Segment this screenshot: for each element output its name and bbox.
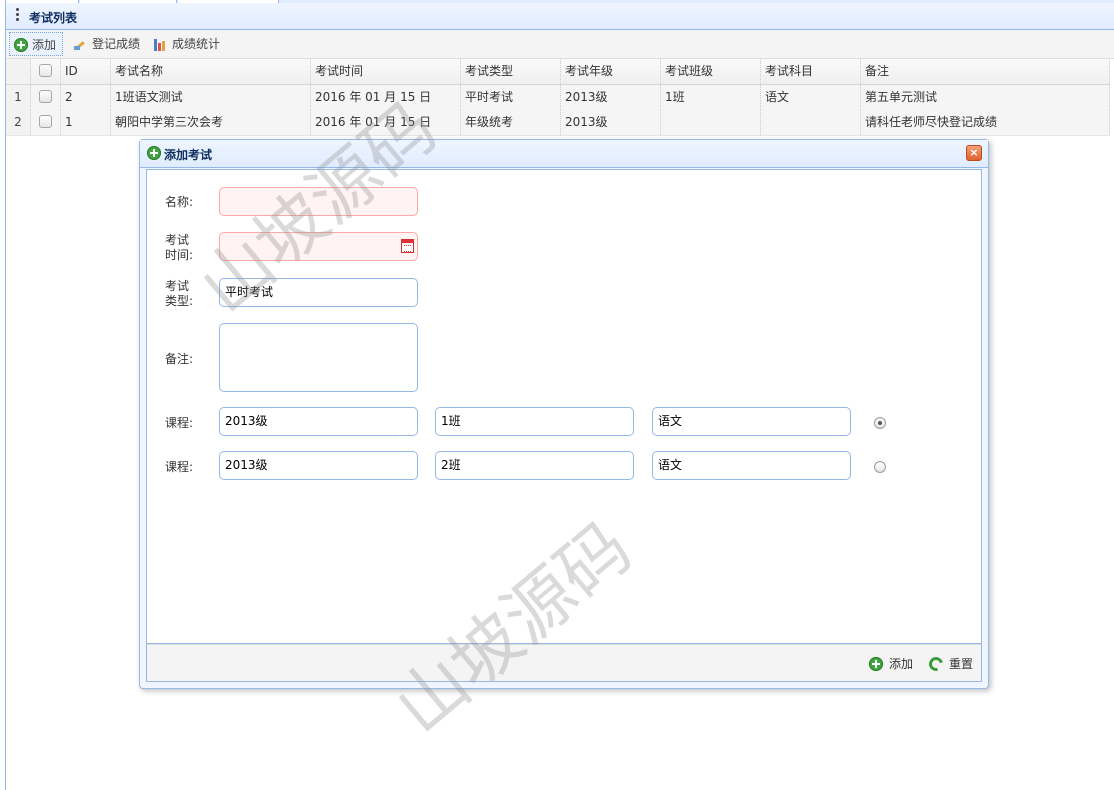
toolbar: 添加 登记成绩 成绩统计	[6, 30, 1114, 59]
column-header[interactable]: ID	[61, 59, 111, 84]
column-header[interactable]: 考试年级	[561, 59, 661, 84]
row-checkbox[interactable]	[39, 115, 52, 128]
calendar-icon[interactable]	[401, 239, 414, 253]
remark-textarea[interactable]	[219, 323, 418, 392]
time-label-line1: 考试	[165, 233, 190, 247]
type-label-line2: 类型:	[165, 294, 194, 308]
cell-id: 2	[61, 85, 111, 110]
column-header[interactable]: 考试名称	[111, 59, 311, 84]
dialog-header[interactable]: 添加考试 ×	[140, 140, 988, 168]
time-field[interactable]	[219, 232, 418, 261]
cell-grade: 2013级	[561, 85, 661, 110]
table-row[interactable]: 1 2 1班语文测试 2016 年 01 月 15 日 平时考试 2013级 1…	[6, 85, 1110, 111]
cell-subject: 语文	[761, 85, 861, 110]
cell-id: 1	[61, 110, 111, 135]
cell-subject	[761, 110, 861, 135]
course-radio[interactable]	[874, 461, 886, 473]
remark-label: 备注:	[165, 352, 194, 366]
dialog-form: 名称: 考试 时间: 考试 类型: 平时考试 备注: 课程: 2013级 1班 …	[146, 169, 982, 644]
record-scores-button[interactable]: 登记成绩	[70, 32, 144, 56]
select-all-checkbox[interactable]	[39, 64, 52, 77]
course-label: 课程:	[165, 416, 194, 430]
dialog-footer: 添加 重置	[146, 644, 982, 682]
dialog-reset-button[interactable]: 重置	[926, 654, 975, 674]
row-checkbox[interactable]	[39, 90, 52, 103]
cell-type: 平时考试	[461, 85, 561, 110]
cell-time: 2016 年 01 月 15 日	[311, 85, 461, 110]
course-class-field[interactable]: 2班	[435, 451, 634, 480]
cell-time: 2016 年 01 月 15 日	[311, 110, 461, 135]
column-header[interactable]: 考试班级	[661, 59, 761, 84]
cell-remark: 第五单元测试	[861, 85, 1110, 110]
cell-name: 1班语文测试	[111, 85, 311, 110]
column-header[interactable]: 考试类型	[461, 59, 561, 84]
dialog-add-button[interactable]: 添加	[869, 655, 915, 673]
course-subject-field[interactable]: 语文	[652, 407, 851, 436]
pencil-icon	[74, 37, 88, 51]
score-stats-label: 成绩统计	[172, 37, 221, 51]
row-select-cell	[31, 110, 61, 135]
menu-dots-icon[interactable]	[16, 8, 20, 24]
course-grade-field[interactable]: 2013级	[219, 407, 418, 436]
bar-chart-icon	[154, 37, 168, 51]
score-stats-button[interactable]: 成绩统计	[150, 32, 226, 56]
plus-icon	[147, 146, 161, 160]
cell-class: 1班	[661, 85, 761, 110]
course-grade-field[interactable]: 2013级	[219, 451, 418, 480]
table-row[interactable]: 2 1 朝阳中学第三次会考 2016 年 01 月 15 日 年级统考 2013…	[6, 110, 1110, 136]
course-label: 课程:	[165, 460, 194, 474]
cell-type: 年级统考	[461, 110, 561, 135]
record-scores-label: 登记成绩	[92, 37, 141, 51]
type-field[interactable]: 平时考试	[219, 278, 418, 307]
panel-header: 考试列表	[6, 3, 1114, 30]
table-header-row: ID 考试名称 考试时间 考试类型 考试年级 考试班级 考试科目 备注	[6, 59, 1110, 85]
type-label-line1: 考试	[165, 279, 190, 293]
name-label: 名称:	[165, 195, 194, 209]
column-header[interactable]: 考试科目	[761, 59, 861, 84]
rownum-header	[6, 59, 31, 84]
cell-name: 朝阳中学第三次会考	[111, 110, 311, 135]
course-radio[interactable]	[874, 417, 886, 429]
select-all-cell	[31, 59, 61, 84]
row-select-cell	[31, 85, 61, 110]
add-button-label: 添加	[32, 38, 57, 52]
cell-remark: 请科任老师尽快登记成绩	[861, 110, 1110, 135]
cell-grade: 2013级	[561, 110, 661, 135]
row-number: 1	[6, 85, 31, 110]
time-label-line2: 时间:	[165, 248, 194, 262]
column-header[interactable]: 考试时间	[311, 59, 461, 84]
dialog-title: 添加考试	[164, 148, 213, 162]
panel-title: 考试列表	[29, 11, 78, 25]
dialog-reset-label: 重置	[949, 657, 974, 671]
close-icon[interactable]: ×	[966, 145, 982, 161]
dialog-add-label: 添加	[889, 657, 914, 671]
course-class-field[interactable]: 1班	[435, 407, 634, 436]
plus-icon	[14, 38, 28, 52]
add-button[interactable]: 添加	[9, 32, 63, 56]
course-subject-field[interactable]: 语文	[652, 451, 851, 480]
cell-class	[661, 110, 761, 135]
add-exam-dialog: 添加考试 × 名称: 考试 时间: 考试 类型: 平时考试 备注: 课程: 20…	[139, 139, 989, 689]
name-field[interactable]	[219, 187, 418, 216]
row-number: 2	[6, 110, 31, 135]
reload-icon	[926, 654, 946, 674]
plus-icon	[869, 657, 883, 671]
column-header[interactable]: 备注	[861, 59, 1110, 84]
